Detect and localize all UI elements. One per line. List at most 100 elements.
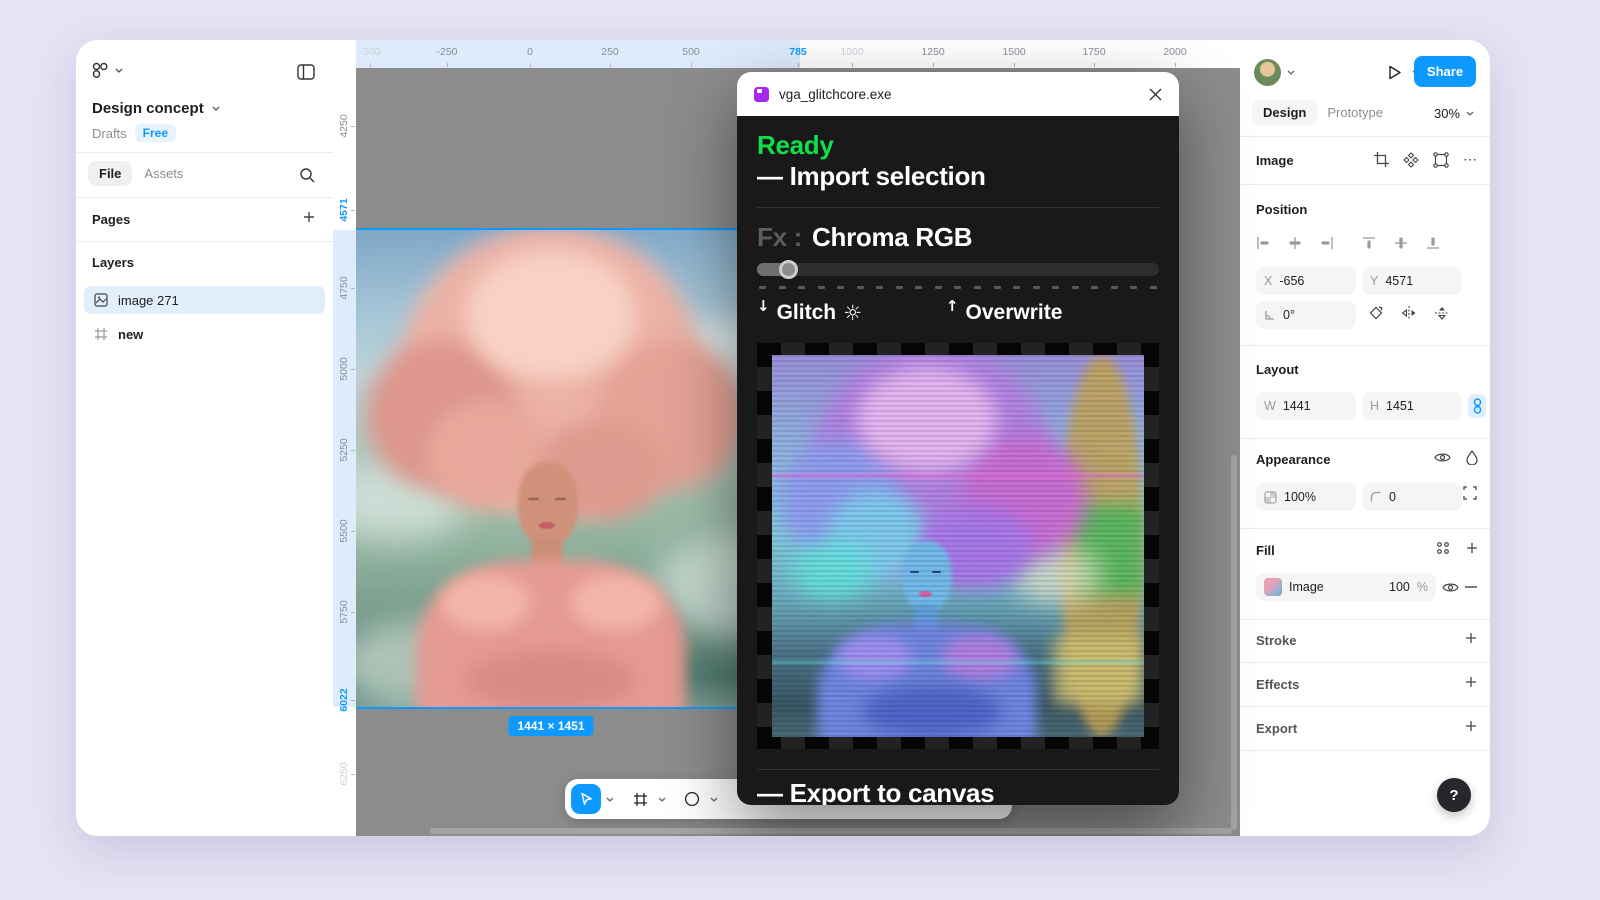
tab-assets[interactable]: Assets: [138, 161, 189, 186]
tab-file[interactable]: File: [88, 161, 132, 186]
avatar[interactable]: [1254, 59, 1281, 86]
styles-icon[interactable]: [1436, 541, 1450, 555]
fx-slider[interactable]: [757, 263, 1159, 276]
ruler-selection-highlight-h: [356, 40, 800, 68]
tab-prototype[interactable]: Prototype: [1321, 100, 1389, 125]
glitch-preview-image[interactable]: [772, 355, 1144, 737]
frame-tool-button[interactable]: [627, 784, 653, 814]
width-field[interactable]: W 1441: [1256, 392, 1356, 420]
ruler-tick-label: 6250: [338, 762, 350, 785]
align-v-center-icon[interactable]: [1394, 236, 1408, 250]
fill-thumbnail: [1264, 578, 1282, 596]
slider-tick: [798, 286, 805, 289]
vertical-scrollbar[interactable]: [1231, 455, 1237, 830]
export-to-canvas-action[interactable]: — Export to canvas: [757, 778, 1159, 805]
avatar-chevron-icon[interactable]: [1287, 70, 1295, 75]
fill-unit: %: [1417, 580, 1428, 594]
add-page-button[interactable]: [303, 211, 315, 223]
zoom-menu[interactable]: 30%: [1434, 106, 1474, 121]
align-top-icon[interactable]: [1362, 236, 1376, 250]
more-options-icon[interactable]: ⋯: [1463, 151, 1478, 168]
flip-vertical-icon[interactable]: [1434, 306, 1450, 320]
blend-drop-icon[interactable]: [1466, 450, 1478, 465]
frame-icon: [633, 792, 648, 807]
ruler-tick: [933, 63, 934, 67]
ruler-tick-label: 5500: [338, 519, 350, 542]
height-field[interactable]: H 1451: [1362, 392, 1462, 420]
h-value: 1451: [1386, 399, 1414, 413]
align-bottom-icon[interactable]: [1426, 236, 1440, 250]
share-button[interactable]: Share: [1414, 56, 1476, 87]
position-heading: Position: [1256, 202, 1307, 217]
present-button[interactable]: [1386, 64, 1403, 81]
align-left-icon[interactable]: [1256, 236, 1270, 250]
app-window: 1441 × 1451 -500-25002505007851000125015…: [76, 40, 1490, 836]
layer-item-image-271[interactable]: image 271: [84, 286, 325, 314]
w-label: W: [1264, 399, 1276, 413]
align-h-center-icon[interactable]: [1288, 236, 1302, 250]
help-button[interactable]: ?: [1437, 778, 1471, 812]
x-position-field[interactable]: X -656: [1256, 267, 1356, 295]
tab-design[interactable]: Design: [1252, 100, 1317, 125]
fx-label: Fx :: [757, 222, 802, 253]
layout-heading: Layout: [1256, 362, 1299, 377]
add-effect-button[interactable]: [1465, 676, 1477, 688]
slider-tick: [915, 286, 922, 289]
move-tool-button[interactable]: [571, 784, 601, 814]
corner-radius-field[interactable]: 0: [1362, 483, 1462, 511]
shape-tool-chevron[interactable]: [707, 797, 721, 802]
remove-fill-button[interactable]: [1465, 586, 1477, 588]
fx-slider-knob[interactable]: [779, 260, 798, 279]
move-tool-chevron[interactable]: [603, 797, 617, 802]
rotation-field[interactable]: 0°: [1256, 301, 1356, 329]
component-icon[interactable]: [1403, 152, 1419, 168]
horizontal-scrollbar[interactable]: [430, 828, 1232, 834]
add-export-button[interactable]: [1465, 720, 1477, 732]
slider-tick: [857, 286, 864, 289]
shape-tool-button[interactable]: [679, 784, 705, 814]
opacity-field[interactable]: 100%: [1256, 483, 1356, 511]
slider-tick: [974, 286, 981, 289]
fill-type: Image: [1289, 580, 1324, 594]
rotate-icon[interactable]: [1368, 305, 1384, 321]
angle-icon: [1264, 309, 1276, 321]
toggle-sidebar-button[interactable]: [297, 64, 315, 80]
modal-titlebar[interactable]: vga_glitchcore.exe: [737, 72, 1179, 116]
fx-name[interactable]: Chroma RGB: [812, 222, 972, 253]
import-selection-action[interactable]: — Import selection: [757, 161, 1159, 192]
search-button[interactable]: [299, 167, 315, 183]
overwrite-button[interactable]: ↑ Overwrite: [946, 301, 1062, 325]
status-text: Ready: [757, 130, 1159, 161]
align-right-icon[interactable]: [1320, 236, 1334, 250]
main-menu-button[interactable]: [92, 62, 123, 79]
y-position-field[interactable]: Y 4571: [1362, 267, 1462, 295]
crop-icon[interactable]: [1374, 152, 1389, 167]
chevron-down-icon: [710, 797, 718, 802]
up-arrow-icon: ↑: [946, 297, 959, 315]
edit-object-icon[interactable]: [1433, 152, 1449, 168]
y-value: 4571: [1385, 274, 1413, 288]
add-stroke-button[interactable]: [1465, 632, 1477, 644]
fill-visibility-button[interactable]: [1442, 581, 1459, 594]
drafts-label[interactable]: Drafts: [92, 126, 127, 141]
layer-item-new[interactable]: new: [84, 320, 325, 348]
constrain-proportions-toggle[interactable]: [1468, 394, 1486, 418]
w-value: 1441: [1283, 399, 1311, 413]
floppy-disk-icon: [754, 87, 769, 102]
minus-icon: [1465, 586, 1477, 588]
expand-corners-icon: [1463, 486, 1477, 500]
layers-heading[interactable]: Layers: [92, 255, 134, 270]
glitch-button[interactable]: ↓ Glitch ☼: [757, 301, 862, 325]
flip-horizontal-icon[interactable]: [1401, 306, 1417, 320]
plus-icon: [1465, 632, 1477, 644]
frame-tool-chevron[interactable]: [655, 797, 669, 802]
pages-heading[interactable]: Pages: [92, 212, 130, 227]
fill-row[interactable]: Image 100 %: [1256, 573, 1436, 601]
ruler-tick: [852, 63, 853, 67]
eye-icon[interactable]: [1434, 451, 1451, 464]
modal-close-button[interactable]: [1149, 88, 1162, 101]
independent-corners-button[interactable]: [1463, 486, 1477, 500]
add-fill-icon[interactable]: [1466, 542, 1478, 554]
file-title[interactable]: Design concept: [92, 100, 220, 117]
chevron-down-icon: [658, 797, 666, 802]
